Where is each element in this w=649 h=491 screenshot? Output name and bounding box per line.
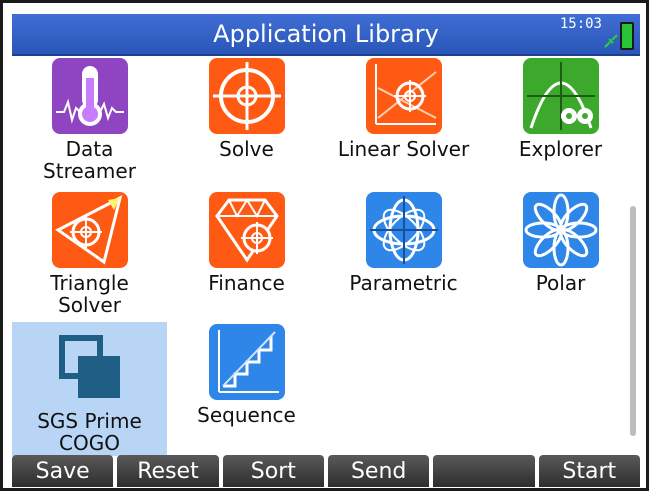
title-bar: Application Library 15:03 (12, 14, 640, 56)
empty-softkey (433, 455, 535, 487)
scrollbar[interactable] (630, 206, 636, 436)
save-button[interactable]: Save (12, 455, 114, 487)
app-data-streamer[interactable]: Data Streamer (12, 56, 167, 186)
app-sequence[interactable]: Sequence (169, 322, 324, 452)
target-icon (208, 58, 285, 134)
app-label: Linear Solver (337, 137, 470, 161)
linear-solver-icon (365, 58, 442, 134)
app-finance[interactable]: Finance (169, 190, 324, 320)
start-button[interactable]: Start (538, 455, 640, 487)
title: Application Library (213, 20, 439, 48)
send-button[interactable]: Send (327, 455, 430, 487)
cogo-icon (52, 330, 128, 406)
app-label: Explorer (518, 137, 603, 161)
charging-icon (604, 34, 618, 48)
app-linear-solver[interactable]: Linear Solver (326, 56, 481, 186)
app-label: Data Streamer (43, 137, 136, 183)
app-explorer[interactable]: Explorer (483, 56, 638, 186)
explorer-icon (522, 58, 599, 134)
softkey-bar: Save Reset Sort Send Start (12, 455, 640, 487)
sort-button[interactable]: Sort (222, 455, 324, 487)
app-polar[interactable]: Polar (483, 190, 638, 320)
app-triangle-solver[interactable]: Triangle Solver (12, 190, 167, 320)
stairs-icon (208, 324, 285, 400)
clock: 15:03 (559, 16, 602, 32)
thermometer-icon (51, 58, 128, 134)
app-label: Parametric (349, 271, 458, 295)
app-label: Polar (535, 271, 586, 295)
app-label: SGS Prime COGO (37, 409, 142, 455)
app-solve[interactable]: Solve (169, 56, 324, 186)
app-grid: Data Streamer Solve Linear Solver Explor… (12, 56, 640, 456)
app-label: Solve (219, 137, 274, 161)
triangle-icon (51, 192, 128, 268)
app-label: Sequence (197, 403, 296, 427)
diamond-icon (208, 192, 285, 268)
reset-button[interactable]: Reset (117, 455, 219, 487)
battery-icon (620, 22, 634, 50)
parametric-icon (365, 192, 442, 268)
app-label: Triangle Solver (50, 271, 129, 317)
flower-icon (522, 192, 599, 268)
app-label: Finance (208, 271, 285, 295)
app-parametric[interactable]: Parametric (326, 190, 481, 320)
app-sgs-prime-cogo[interactable]: SGS Prime COGO (12, 322, 167, 456)
